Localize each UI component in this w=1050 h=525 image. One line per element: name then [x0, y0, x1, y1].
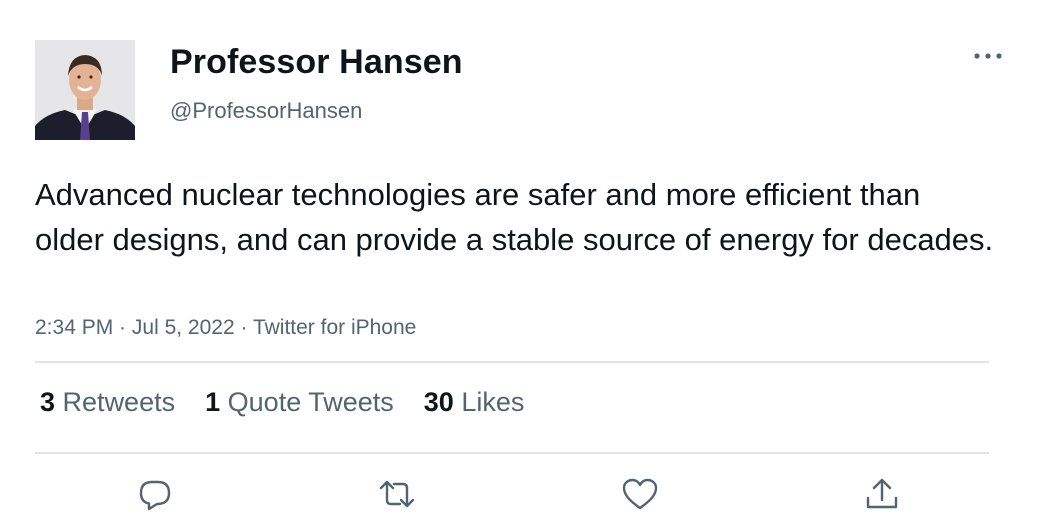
share-button[interactable] — [862, 474, 902, 514]
tweet-source[interactable]: Twitter for iPhone — [253, 316, 416, 339]
retweets-count: 3 — [40, 387, 56, 417]
quote-tweets-count: 1 — [205, 387, 221, 417]
tweet-date[interactable]: Jul 5, 2022 — [132, 316, 235, 339]
tweet-card: Professor Hansen @ProfessorHansen Advanc… — [0, 0, 1050, 525]
reply-icon — [139, 480, 171, 511]
tweet-time[interactable]: 2:34 PM — [35, 316, 113, 339]
divider — [35, 361, 989, 363]
meta-separator: · — [234, 316, 253, 339]
tweet-text: Advanced nuclear technologies are safer … — [35, 177, 994, 257]
more-icon[interactable] — [971, 44, 1005, 68]
likes-label: Likes — [461, 387, 525, 417]
retweet-icon — [379, 480, 415, 508]
display-name[interactable]: Professor Hansen — [170, 43, 463, 82]
retweets-stat[interactable]: 3 Retweets — [40, 387, 175, 418]
quote-tweets-stat[interactable]: 1 Quote Tweets — [205, 387, 394, 418]
share-icon — [866, 478, 898, 509]
like-button[interactable] — [620, 474, 660, 514]
retweets-label: Retweets — [62, 387, 176, 417]
reply-button[interactable] — [135, 474, 175, 514]
likes-stat[interactable]: 30 Likes — [424, 387, 525, 418]
like-icon — [622, 478, 658, 510]
avatar[interactable] — [35, 40, 135, 140]
user-handle[interactable]: @ProfessorHansen — [170, 98, 362, 124]
tweet-metadata: 2:34 PM · Jul 5, 2022 · Twitter for iPho… — [35, 316, 416, 340]
meta-separator: · — [113, 316, 132, 339]
quote-tweets-label: Quote Tweets — [227, 387, 394, 417]
likes-count: 30 — [423, 387, 454, 417]
retweet-button[interactable] — [377, 474, 417, 514]
divider — [35, 452, 989, 454]
engagement-stats: 3 Retweets 1 Quote Tweets 30 Likes — [40, 387, 554, 418]
profile-photo — [35, 40, 135, 140]
